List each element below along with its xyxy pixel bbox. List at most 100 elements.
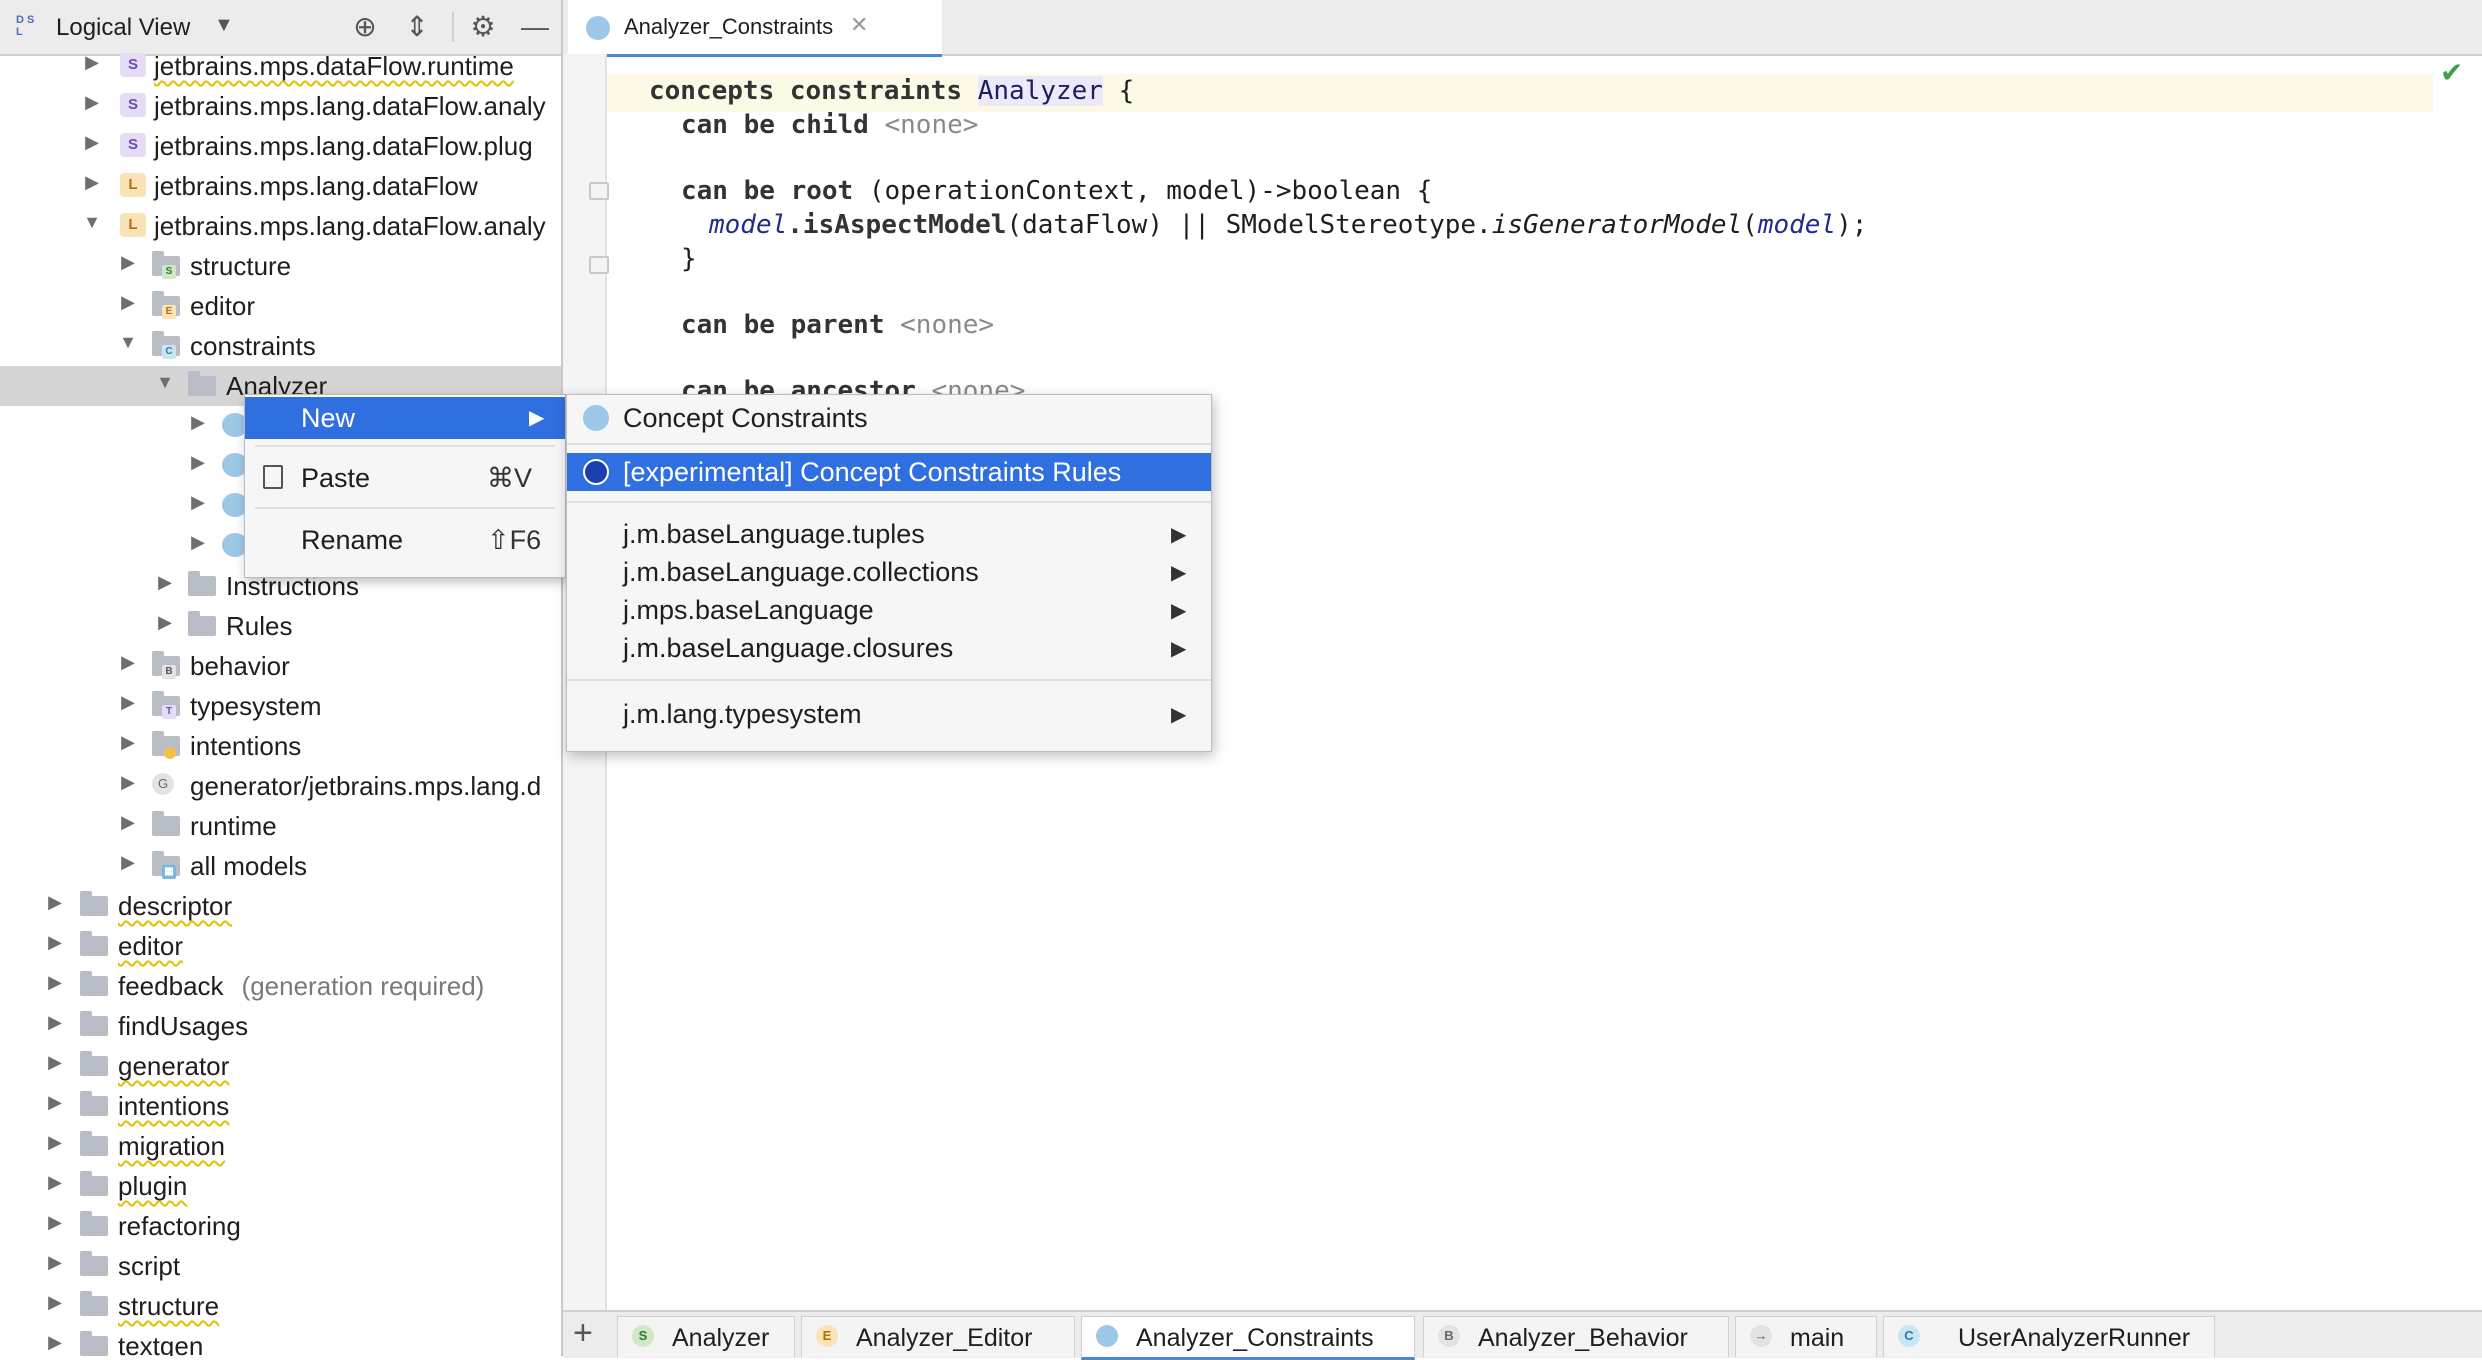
expand-arrow-icon[interactable]: ▶: [118, 692, 138, 713]
expand-arrow-icon[interactable]: ▶: [45, 1052, 65, 1073]
expand-arrow-icon[interactable]: ▶: [45, 1132, 65, 1153]
expand-arrow-icon[interactable]: ▶: [45, 1212, 65, 1233]
expand-arrow-icon[interactable]: ▶: [188, 492, 208, 513]
intentions-model-icon: [152, 731, 180, 759]
aspect-tab-constraints[interactable]: Analyzer_Constraints: [1081, 1316, 1415, 1360]
expand-arrow-icon[interactable]: ▶: [82, 132, 102, 153]
tree-item[interactable]: ▶ G generator/jetbrains.mps.lang.d: [0, 766, 561, 806]
collapse-arrow-icon[interactable]: ▼: [155, 372, 175, 393]
submenu-item-concept-constraints[interactable]: Concept Constraints: [567, 399, 1211, 437]
locate-icon[interactable]: ⊕: [348, 10, 382, 44]
add-icon[interactable]: +: [573, 1314, 593, 1353]
menu-item-paste[interactable]: Paste ⌘V: [245, 457, 565, 499]
submenu-item-tuples[interactable]: j.m.baseLanguage.tuples ▶: [567, 515, 1211, 553]
expand-arrow-icon[interactable]: ▶: [118, 732, 138, 753]
expand-arrow-icon[interactable]: ▶: [45, 892, 65, 913]
expand-arrow-icon[interactable]: ▶: [45, 1092, 65, 1113]
tree-item[interactable]: ▶ feedback (generation required): [0, 966, 561, 1006]
concept-reference[interactable]: Analyzer: [977, 76, 1103, 106]
folder-icon: [80, 1211, 108, 1237]
expand-arrow-icon[interactable]: ▶: [82, 52, 102, 73]
aspect-tab-behavior[interactable]: B Analyzer_Behavior: [1423, 1316, 1729, 1357]
submenu-item-label: j.m.baseLanguage.tuples: [623, 519, 925, 549]
aspect-tab-main[interactable]: → main: [1735, 1316, 1877, 1357]
aspect-tab-analyzer[interactable]: S Analyzer: [617, 1316, 795, 1357]
fold-marker-icon[interactable]: [589, 256, 609, 274]
tree-item[interactable]: ▶ ▦ all models: [0, 846, 561, 886]
collapse-arrow-icon[interactable]: ▼: [118, 332, 138, 353]
collapse-arrow-icon[interactable]: ▼: [82, 212, 102, 233]
expand-arrow-icon[interactable]: ▶: [82, 172, 102, 193]
collapse-all-icon[interactable]: ⇕: [400, 10, 434, 44]
tree-item[interactable]: ▶ E editor: [0, 286, 561, 326]
expand-arrow-icon[interactable]: ▶: [118, 252, 138, 273]
expand-arrow-icon[interactable]: ▶: [118, 812, 138, 833]
submenu-item-collections[interactable]: j.m.baseLanguage.collections ▶: [567, 553, 1211, 591]
tree-item[interactable]: ▶ generator: [0, 1046, 561, 1086]
tree-item[interactable]: ▶ Rules: [0, 606, 561, 646]
tree-item[interactable]: ▶ runtime: [0, 806, 561, 846]
tree-item[interactable]: ▼ L jetbrains.mps.lang.dataFlow.analy: [0, 206, 561, 246]
tree-item-label: structure: [190, 251, 292, 281]
submenu-item-closures[interactable]: j.m.baseLanguage.closures ▶: [567, 629, 1211, 667]
tree-item[interactable]: ▶ S jetbrains.mps.lang.dataFlow.plug: [0, 126, 561, 166]
fold-marker-icon[interactable]: [589, 182, 609, 200]
tree-item[interactable]: ▶ intentions: [0, 1086, 561, 1126]
expand-arrow-icon[interactable]: ▶: [118, 292, 138, 313]
tree-item[interactable]: ▶ plugin: [0, 1166, 561, 1206]
tree-item[interactable]: ▶ B behavior: [0, 646, 561, 686]
tree-item[interactable]: ▶ T typesystem: [0, 686, 561, 726]
tree-item[interactable]: ▶ editor: [0, 926, 561, 966]
tree-item[interactable]: ▶ S jetbrains.mps.lang.dataFlow.analy: [0, 86, 561, 126]
tree-item-label: migration: [118, 1131, 225, 1161]
expand-arrow-icon[interactable]: ▶: [82, 92, 102, 113]
expand-arrow-icon[interactable]: ▶: [188, 452, 208, 473]
solution-icon: S: [120, 53, 146, 77]
menu-item-rename[interactable]: Rename ⇧F6: [245, 519, 565, 561]
tree-item[interactable]: ▶ L jetbrains.mps.lang.dataFlow: [0, 166, 561, 206]
tree-item[interactable]: ▶ refactoring: [0, 1206, 561, 1246]
editor-tab-analyzer-constraints[interactable]: Analyzer_Constraints ✕: [568, 0, 942, 57]
expand-arrow-icon[interactable]: ▶: [45, 972, 65, 993]
tree-item[interactable]: ▶ S structure: [0, 246, 561, 286]
expand-arrow-icon[interactable]: ▶: [155, 612, 175, 633]
tree-item[interactable]: ▶ findUsages: [0, 1006, 561, 1046]
tree-item[interactable]: ▶ descriptor: [0, 886, 561, 926]
mps-logo-icon: D SL: [16, 14, 35, 38]
constraints-icon: [583, 405, 609, 431]
submenu-item-baselanguage[interactable]: j.mps.baseLanguage ▶: [567, 591, 1211, 629]
expand-arrow-icon[interactable]: ▶: [188, 412, 208, 433]
tree-item[interactable]: ▶ S jetbrains.mps.dataFlow.runtime: [0, 46, 561, 86]
expand-arrow-icon[interactable]: ▶: [45, 1252, 65, 1273]
minimize-icon[interactable]: —: [518, 10, 552, 44]
tree-item[interactable]: ▶ migration: [0, 1126, 561, 1166]
expand-arrow-icon[interactable]: ▶: [118, 772, 138, 793]
chevron-down-icon[interactable]: ▼: [214, 14, 234, 37]
expand-arrow-icon[interactable]: ▶: [155, 572, 175, 593]
tree-item[interactable]: ▶ textgen: [0, 1326, 561, 1356]
expand-arrow-icon[interactable]: ▶: [45, 1172, 65, 1193]
menu-item-new[interactable]: New ▶: [245, 397, 565, 439]
expand-arrow-icon[interactable]: ▶: [45, 932, 65, 953]
view-selector-label[interactable]: Logical View: [56, 14, 190, 42]
tree-item[interactable]: ▼ C constraints: [0, 326, 561, 366]
expand-arrow-icon[interactable]: ▶: [45, 1292, 65, 1313]
tree-item-label: generator: [118, 1051, 230, 1081]
language-icon: L: [120, 173, 146, 197]
tree-item[interactable]: ▶ script: [0, 1246, 561, 1286]
expand-arrow-icon[interactable]: ▶: [45, 1332, 65, 1353]
tree-item[interactable]: ▶ intentions: [0, 726, 561, 766]
expand-arrow-icon[interactable]: ▶: [118, 852, 138, 873]
tree-item-label: script: [118, 1251, 181, 1281]
tree-item[interactable]: ▶ structure: [0, 1286, 561, 1326]
aspect-tab-editor[interactable]: E Analyzer_Editor: [801, 1316, 1075, 1357]
submenu-item-typesystem[interactable]: j.m.lang.typesystem ▶: [567, 695, 1211, 733]
gear-icon[interactable]: ⚙: [466, 10, 500, 44]
tree-item-label: intentions: [190, 731, 302, 761]
aspect-tab-runner[interactable]: C UserAnalyzerRunner: [1883, 1316, 2215, 1357]
expand-arrow-icon[interactable]: ▶: [118, 652, 138, 673]
expand-arrow-icon[interactable]: ▶: [45, 1012, 65, 1033]
expand-arrow-icon[interactable]: ▶: [188, 532, 208, 553]
submenu-item-constraints-rules[interactable]: [experimental] Concept Constraints Rules: [567, 453, 1211, 491]
close-icon[interactable]: ✕: [850, 12, 868, 38]
